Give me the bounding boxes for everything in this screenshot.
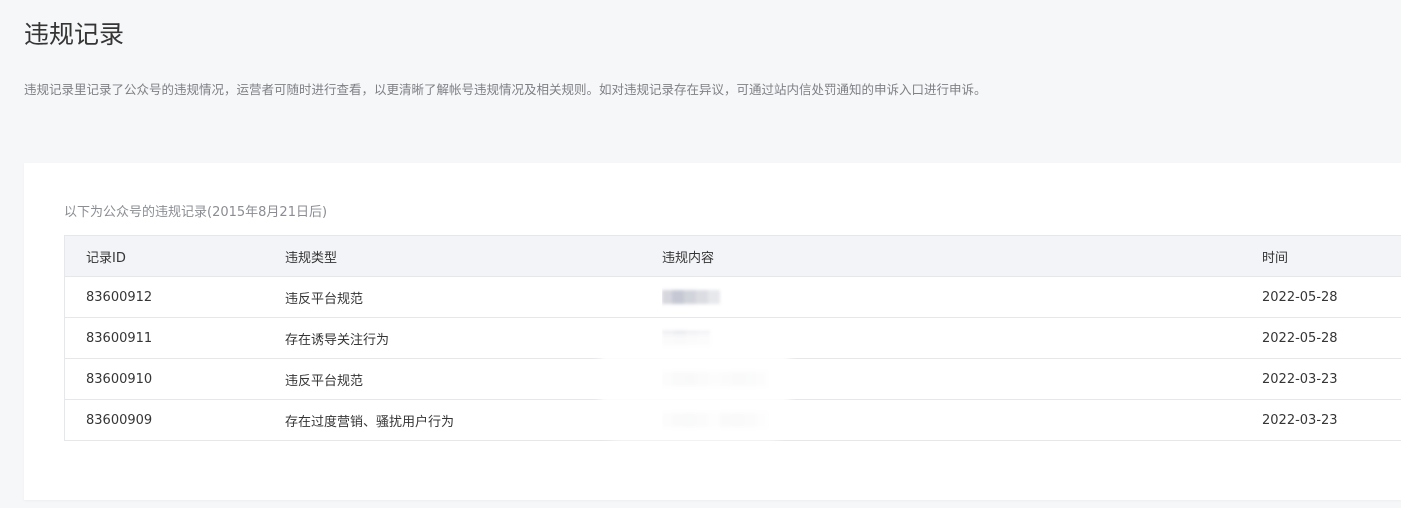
record-content [662, 276, 1262, 318]
records-caption: 以下为公众号的违规记录(2015年8月21日后) [64, 205, 328, 220]
record-time: 2022-03-23 [1262, 358, 1401, 400]
redaction-smudge [600, 331, 790, 441]
record-id: 83600911 [64, 317, 285, 359]
record-type: 违反平台规范 [285, 276, 662, 318]
table-row: 83600912 违反平台规范 2022-05-28 [64, 276, 1401, 318]
column-header-type: 违规类型 [285, 235, 662, 277]
page-title: 违规记录 [24, 20, 125, 49]
table-header-row: 记录ID 违规类型 违规内容 时间 [64, 235, 1401, 277]
column-header-content: 违规内容 [662, 235, 1262, 277]
record-time: 2022-05-28 [1262, 317, 1401, 359]
record-id: 83600909 [64, 399, 285, 441]
page-description: 违规记录里记录了公众号的违规情况，运营者可随时进行查看，以更清晰了解帐号违规情况… [24, 82, 987, 97]
record-time: 2022-03-23 [1262, 399, 1401, 441]
column-header-id: 记录ID [64, 235, 285, 277]
record-time: 2022-05-28 [1262, 276, 1401, 318]
record-id: 83600912 [64, 276, 285, 318]
column-header-time: 时间 [1262, 235, 1401, 277]
record-id: 83600910 [64, 358, 285, 400]
redacted-content-mosaic [662, 290, 720, 304]
records-card: 以下为公众号的违规记录(2015年8月21日后) 记录ID 违规类型 违规内容 … [24, 163, 1401, 500]
